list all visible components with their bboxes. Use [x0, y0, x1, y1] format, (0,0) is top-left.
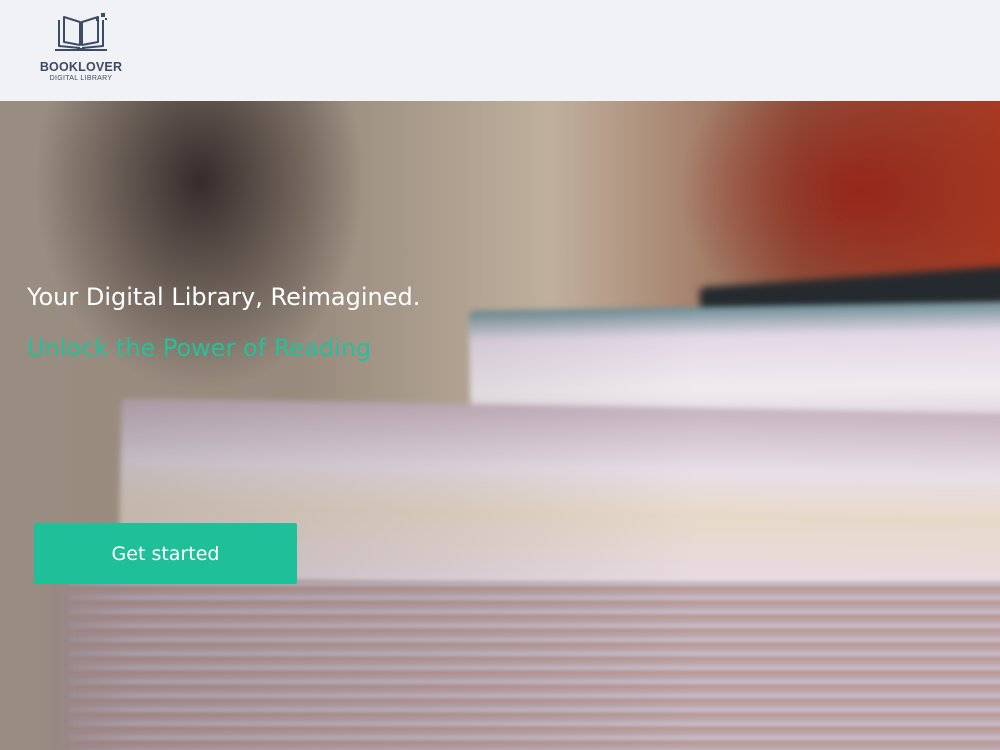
- landing-page: BOOKLOVER DIGITAL LIBRARY Your Digital L…: [0, 0, 1000, 750]
- hero-subtitle: Unlock the Power of Reading: [27, 334, 372, 362]
- brand-name: BOOKLOVER: [39, 60, 123, 74]
- site-header: BOOKLOVER DIGITAL LIBRARY: [0, 0, 1000, 101]
- hero-overlay: [0, 101, 1000, 750]
- brand-logo[interactable]: BOOKLOVER DIGITAL LIBRARY: [33, 12, 129, 88]
- hero-section: [0, 101, 1000, 750]
- brand-tagline: DIGITAL LIBRARY: [49, 75, 113, 82]
- get-started-button[interactable]: Get started: [34, 523, 297, 584]
- hero-title: Your Digital Library, Reimagined.: [27, 283, 421, 311]
- open-book-icon: [55, 13, 107, 51]
